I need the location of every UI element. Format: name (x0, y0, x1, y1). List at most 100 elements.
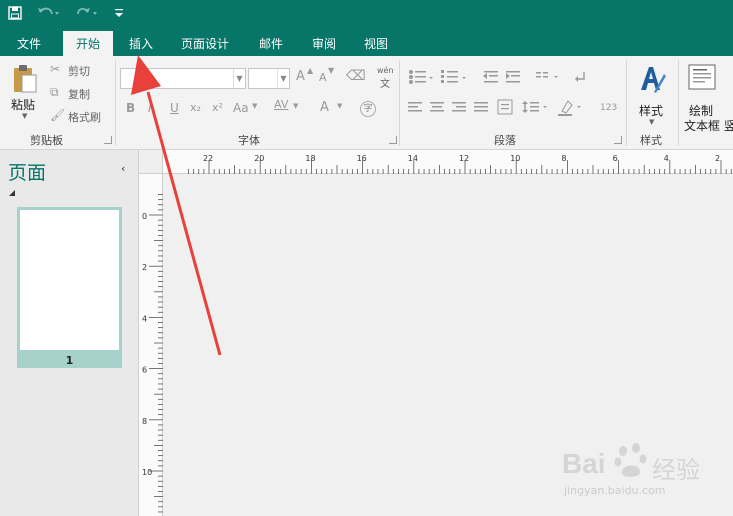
paragraph-dialog-launcher[interactable] (614, 136, 622, 144)
char-spacing-icon[interactable]: AV (274, 98, 288, 111)
watermark-brand: Bai (562, 448, 606, 479)
draw-textbox-button[interactable]: 绘制 文本框 竖 (684, 62, 733, 133)
cut-label: 剪切 (68, 65, 90, 78)
ruler-label: 10 (510, 154, 520, 163)
styles-icon (641, 67, 666, 93)
chevron-down-icon[interactable]: ▼ (233, 69, 245, 88)
textbox-icon (688, 64, 716, 90)
tab-mailings[interactable]: 邮件 (250, 31, 292, 56)
phonetic-guide-char: 文 (380, 79, 390, 90)
section-expand-icon[interactable] (9, 190, 15, 196)
ruler-label: 10 (142, 468, 152, 477)
copy-icon: ⧉ (50, 85, 59, 99)
grow-font-caret-icon: ▲ (307, 66, 314, 75)
chevron-down-icon[interactable]: ▼ (277, 69, 289, 88)
cut-button[interactable]: ✂ 剪切 (48, 61, 108, 79)
format-painter-icon: 🖌 (50, 108, 66, 122)
phonetic-guide-label[interactable]: wén (377, 66, 394, 75)
tab-page-design[interactable]: 页面设计 (172, 31, 238, 56)
clipboard-group-label: 剪贴板 (30, 134, 63, 147)
horizontal-ruler[interactable]: 22 20 18 16 14 12 10 8 6 4 2 (163, 150, 733, 174)
ruler-label: 22 (203, 154, 213, 163)
paste-icon (14, 65, 37, 93)
group-separator (399, 60, 400, 146)
chevron-down-icon[interactable]: ▼ (649, 118, 654, 126)
numbering-sample[interactable]: 123 (600, 103, 617, 113)
tab-view[interactable]: 视图 (355, 31, 397, 56)
ruler-label: 12 (459, 154, 469, 163)
save-icon[interactable] (6, 3, 24, 23)
chevron-down-icon[interactable]: ▼ (337, 102, 342, 110)
undo-icon[interactable] (34, 3, 62, 23)
ruler-label: 14 (408, 154, 418, 163)
grow-font-icon[interactable]: A (296, 69, 305, 84)
ruler-label: 2 (142, 263, 147, 272)
paragraph-controls-icons[interactable] (406, 69, 626, 119)
font-color-icon[interactable]: A (320, 100, 329, 115)
watermark-suffix: 经验 (652, 456, 700, 484)
chevron-down-icon[interactable]: ▼ (252, 102, 257, 110)
ruler-label: 0 (142, 212, 147, 221)
font-size-combo[interactable]: ▼ (248, 68, 290, 89)
ruler-label: 20 (254, 154, 264, 163)
ruler-label: 18 (305, 154, 315, 163)
ribbon: 粘贴 ▼ ✂ 剪切 ⧉ 复制 🖌 格式刷 剪贴板 ▼ ▼ A ▲ A ▼ ⌫ w… (0, 56, 733, 150)
format-painter-label: 格式刷 (68, 111, 101, 124)
ruler-label: 6 (613, 154, 618, 163)
font-name-combo[interactable]: ▼ (120, 68, 246, 89)
bold-icon[interactable]: B (126, 101, 135, 115)
styles-label: 样式 (639, 104, 664, 118)
change-case-icon[interactable]: Aa (233, 101, 249, 115)
tab-file[interactable]: 文件 (6, 31, 52, 56)
copy-button[interactable]: ⧉ 复制 (48, 84, 108, 102)
customize-qat-icon[interactable] (112, 3, 126, 23)
ruler-label: 16 (357, 154, 367, 163)
vertical-ruler[interactable]: 0 2 4 6 8 10 (139, 174, 163, 516)
styles-button[interactable]: 样式 ▼ (634, 62, 670, 126)
shrink-font-icon[interactable]: A (319, 71, 327, 84)
clipboard-dialog-launcher[interactable] (104, 136, 112, 144)
ruler-label: 2 (715, 154, 720, 163)
pages-pane-title: 页面 (8, 162, 47, 184)
italic-icon[interactable]: I (148, 101, 152, 115)
paw-icon (614, 443, 647, 477)
superscript-icon[interactable]: x² (212, 101, 223, 114)
ruler-label: 4 (142, 314, 147, 323)
ruler-label: 4 (664, 154, 669, 163)
horizontal-ruler-ticks: 22 20 18 16 14 12 10 8 6 4 2 (188, 154, 732, 174)
clear-formatting-icon[interactable]: ⌫ (346, 68, 366, 84)
page-thumbnail-preview (20, 210, 119, 350)
copy-label: 复制 (68, 88, 90, 101)
group-separator (115, 60, 116, 146)
enclose-char-icon[interactable]: 字 (360, 101, 376, 117)
styles-group-label: 样式 (640, 134, 662, 147)
paste-button[interactable]: 粘贴 ▼ (8, 62, 42, 122)
paste-label: 粘贴 (11, 98, 36, 112)
ruler-corner (139, 150, 163, 174)
underline-icon[interactable]: U (170, 101, 179, 115)
quick-access-toolbar (0, 0, 733, 26)
vertical-ruler-ticks: 0 2 4 6 8 10 (142, 194, 163, 513)
font-group-label: 字体 (238, 134, 260, 147)
font-dialog-launcher[interactable] (389, 136, 397, 144)
group-separator (626, 60, 627, 146)
draw-vertical-textbox-label: 竖 (724, 119, 733, 133)
tab-review[interactable]: 审阅 (303, 31, 345, 56)
subscript-icon[interactable]: x₂ (190, 101, 201, 114)
baidu-jingyan-watermark: Bai 经验 jingyan.baidu.com (560, 440, 730, 510)
tab-home[interactable]: 开始 (63, 31, 113, 56)
shrink-font-caret-icon: ▼ (328, 66, 335, 75)
page-thumbnail[interactable]: 1 (17, 207, 122, 368)
collapse-pane-icon[interactable]: ‹ (121, 162, 125, 175)
ruler-label: 8 (142, 417, 147, 426)
draw-textbox-label-2: 文本框 (684, 119, 721, 133)
chevron-down-icon[interactable]: ▼ (293, 102, 298, 110)
format-painter-button[interactable]: 🖌 格式刷 (48, 107, 110, 125)
group-separator (678, 60, 679, 146)
redo-icon[interactable] (74, 3, 102, 23)
paragraph-group-label: 段落 (494, 134, 516, 147)
paste-dropdown-icon[interactable]: ▼ (22, 112, 27, 120)
scissors-icon: ✂ (50, 62, 61, 76)
watermark-url: jingyan.baidu.com (564, 484, 666, 497)
tab-insert[interactable]: 插入 (118, 31, 164, 56)
